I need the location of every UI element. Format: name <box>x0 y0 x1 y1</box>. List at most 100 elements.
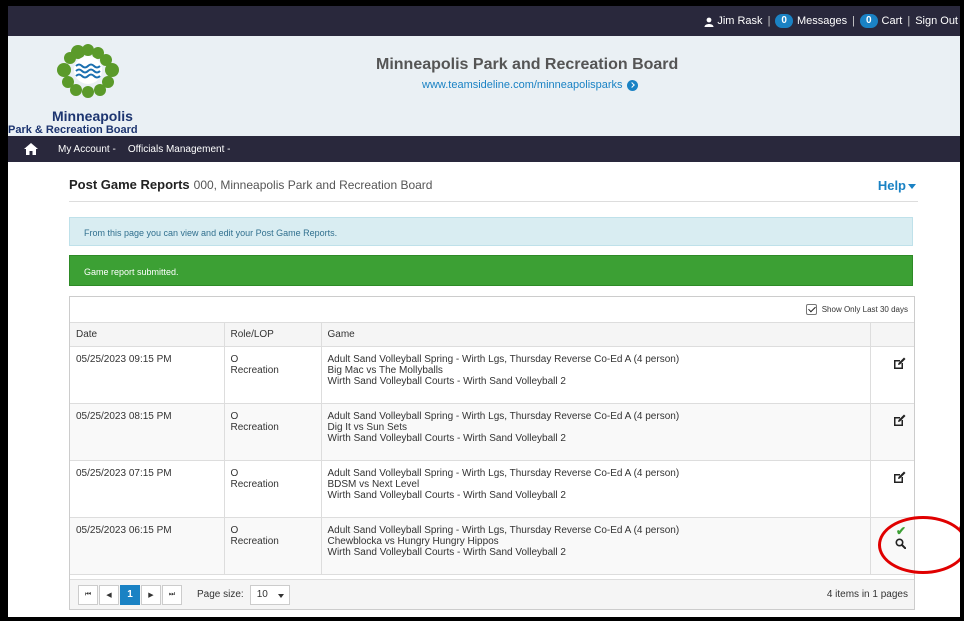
filter-label: Show Only Last 30 days <box>821 305 908 314</box>
column-header-date[interactable]: Date <box>70 322 225 347</box>
game-cell: Adult Sand Volleyball Spring - Wirth Lgs… <box>321 403 871 461</box>
help-menu[interactable]: Help <box>878 178 916 193</box>
lop-text: Recreation <box>230 365 279 376</box>
checkbox-checked-icon[interactable] <box>805 304 817 315</box>
nav-officials-management[interactable]: Officials Management - <box>128 144 231 155</box>
page-1-button[interactable]: 1 <box>120 584 140 605</box>
date-cell: 05/25/2023 07:15 PM <box>70 460 225 518</box>
last-30-days-filter[interactable]: Show Only Last 30 days <box>805 304 908 315</box>
home-icon[interactable] <box>24 143 38 155</box>
edit-icon[interactable] <box>893 414 906 427</box>
organization-url-text: www.teamsideline.com/minneapolisparks <box>422 79 623 91</box>
game-cell: Adult Sand Volleyball Spring - Wirth Lgs… <box>321 346 871 404</box>
league-text: Adult Sand Volleyball Spring - Wirth Lgs… <box>327 468 680 479</box>
page-size-label: Page size: <box>197 589 244 600</box>
actions-cell <box>870 460 914 518</box>
tree-logo-icon <box>57 44 119 98</box>
edit-icon[interactable] <box>893 471 906 484</box>
game-cell: Adult Sand Volleyball Spring - Wirth Lgs… <box>321 517 871 575</box>
role-cell: O Recreation <box>224 517 322 575</box>
first-page-button[interactable]: ⏮ <box>78 584 98 605</box>
cart-link[interactable]: Cart <box>882 15 903 27</box>
messages-count-badge: 0 <box>775 14 793 28</box>
grid-toolbar: Show Only Last 30 days <box>70 297 914 322</box>
caret-down-icon <box>277 593 284 598</box>
league-text: Adult Sand Volleyball Spring - Wirth Lgs… <box>327 354 680 365</box>
logo-subtitle: Park & Recreation Board <box>8 124 138 136</box>
post-game-reports-grid: Show Only Last 30 days Date Role/LOP Gam… <box>69 296 915 610</box>
site-header: Minneapolis Park & Recreation Board Minn… <box>8 36 960 136</box>
annotation-ellipse <box>878 516 960 574</box>
matchup-text: Chewblocka vs Hungry Hungry Hippos <box>327 536 499 547</box>
page-title: Post Game Reports 000, Minneapolis Park a… <box>69 177 432 192</box>
info-alert: From this page you can view and edit you… <box>69 217 913 246</box>
actions-cell <box>870 346 914 404</box>
top-bar: Jim Rask | 0 Messages | 0 Cart | Sign Ou… <box>8 6 960 36</box>
table-row: 05/25/2023 09:15 PM O Recreation Adult Sa… <box>70 346 914 404</box>
page-heading: Post Game Reports 000, Minneapolis Park a… <box>69 172 918 202</box>
next-page-button[interactable]: ▶ <box>141 584 161 605</box>
actions-cell <box>870 403 914 461</box>
game-cell: Adult Sand Volleyball Spring - Wirth Lgs… <box>321 460 871 518</box>
caret-down-icon <box>908 184 916 190</box>
table-header-row: Date Role/LOP Game <box>70 322 914 347</box>
date-cell: 05/25/2023 09:15 PM <box>70 346 225 404</box>
date-cell: 05/25/2023 06:15 PM <box>70 517 225 575</box>
table-row: 05/25/2023 08:15 PM O Recreation Adult Sa… <box>70 403 914 461</box>
role-cell: O Recreation <box>224 460 322 518</box>
messages-link[interactable]: Messages <box>797 15 847 27</box>
page-size-select[interactable]: 10 <box>249 584 290 605</box>
lop-text: Recreation <box>230 479 279 490</box>
app-window: Jim Rask | 0 Messages | 0 Cart | Sign Ou… <box>8 6 960 617</box>
role-text: O <box>230 354 239 365</box>
last-page-button[interactable]: ⏭ <box>162 584 182 605</box>
lop-text: Recreation <box>230 422 279 433</box>
column-header-actions <box>870 322 914 347</box>
date-cell: 05/25/2023 08:15 PM <box>70 403 225 461</box>
table-row: 05/25/2023 07:15 PM O Recreation Adult Sa… <box>70 460 914 518</box>
venue-text: Wirth Sand Volleyball Courts - Wirth San… <box>327 376 566 387</box>
organization-url-link[interactable]: www.teamsideline.com/minneapolisparks <box>422 79 638 91</box>
lop-text: Recreation <box>230 536 279 547</box>
role-text: O <box>230 468 239 479</box>
role-text: O <box>230 411 239 422</box>
role-cell: O Recreation <box>224 403 322 461</box>
prev-page-button[interactable]: ◀ <box>99 584 119 605</box>
league-text: Adult Sand Volleyball Spring - Wirth Lgs… <box>327 411 680 422</box>
reports-table: Date Role/LOP Game 05/25/2023 09:15 PM O… <box>70 322 914 575</box>
user-icon <box>704 17 714 27</box>
main-nav: My Account - Officials Management - <box>8 136 960 162</box>
annotation-mark <box>958 511 960 529</box>
pager: ⏮ ◀ 1 ▶ ⏭ Page size: 10 4 items in 1 pag… <box>70 579 914 609</box>
organization-title: Minneapolis Park and Recreation Board <box>376 56 679 73</box>
separator: | <box>852 15 855 27</box>
page-subtitle: 000, Minneapolis Park and Recreation Boa… <box>193 178 433 192</box>
logo-title: Minneapolis <box>52 108 133 124</box>
separator: | <box>767 15 771 27</box>
column-header-game[interactable]: Game <box>321 322 871 347</box>
venue-text: Wirth Sand Volleyball Courts - Wirth San… <box>327 433 566 444</box>
edit-icon[interactable] <box>893 357 906 370</box>
separator: | <box>907 15 911 27</box>
venue-text: Wirth Sand Volleyball Courts - Wirth San… <box>327 490 566 501</box>
page-size-value: 10 <box>256 589 268 600</box>
venue-text: Wirth Sand Volleyball Courts - Wirth San… <box>327 547 566 558</box>
matchup-text: Big Mac vs The Mollyballs <box>327 365 443 376</box>
help-label: Help <box>877 178 906 193</box>
go-icon <box>626 79 638 91</box>
sign-out-link[interactable]: Sign Out <box>915 15 958 27</box>
matchup-text: BDSM vs Next Level <box>327 479 420 490</box>
role-cell: O Recreation <box>224 346 322 404</box>
role-text: O <box>230 525 239 536</box>
success-alert: Game report submitted. <box>69 255 913 286</box>
column-header-role[interactable]: Role/LOP <box>224 322 322 347</box>
user-name-link[interactable]: Jim Rask <box>717 15 762 27</box>
table-row: 05/25/2023 06:15 PM O Recreation Adult Sa… <box>70 517 914 575</box>
cart-count-badge: 0 <box>859 14 878 28</box>
account-links: Jim Rask | 0 Messages | 0 Cart | Sign Ou… <box>704 14 958 28</box>
org-logo[interactable]: Minneapolis Park & Recreation Board <box>8 40 158 136</box>
league-text: Adult Sand Volleyball Spring - Wirth Lgs… <box>327 525 680 536</box>
pager-summary: 4 items in 1 pages <box>826 589 908 600</box>
page-title-text: Post Game Reports <box>69 177 190 192</box>
nav-my-account[interactable]: My Account - <box>58 144 116 155</box>
